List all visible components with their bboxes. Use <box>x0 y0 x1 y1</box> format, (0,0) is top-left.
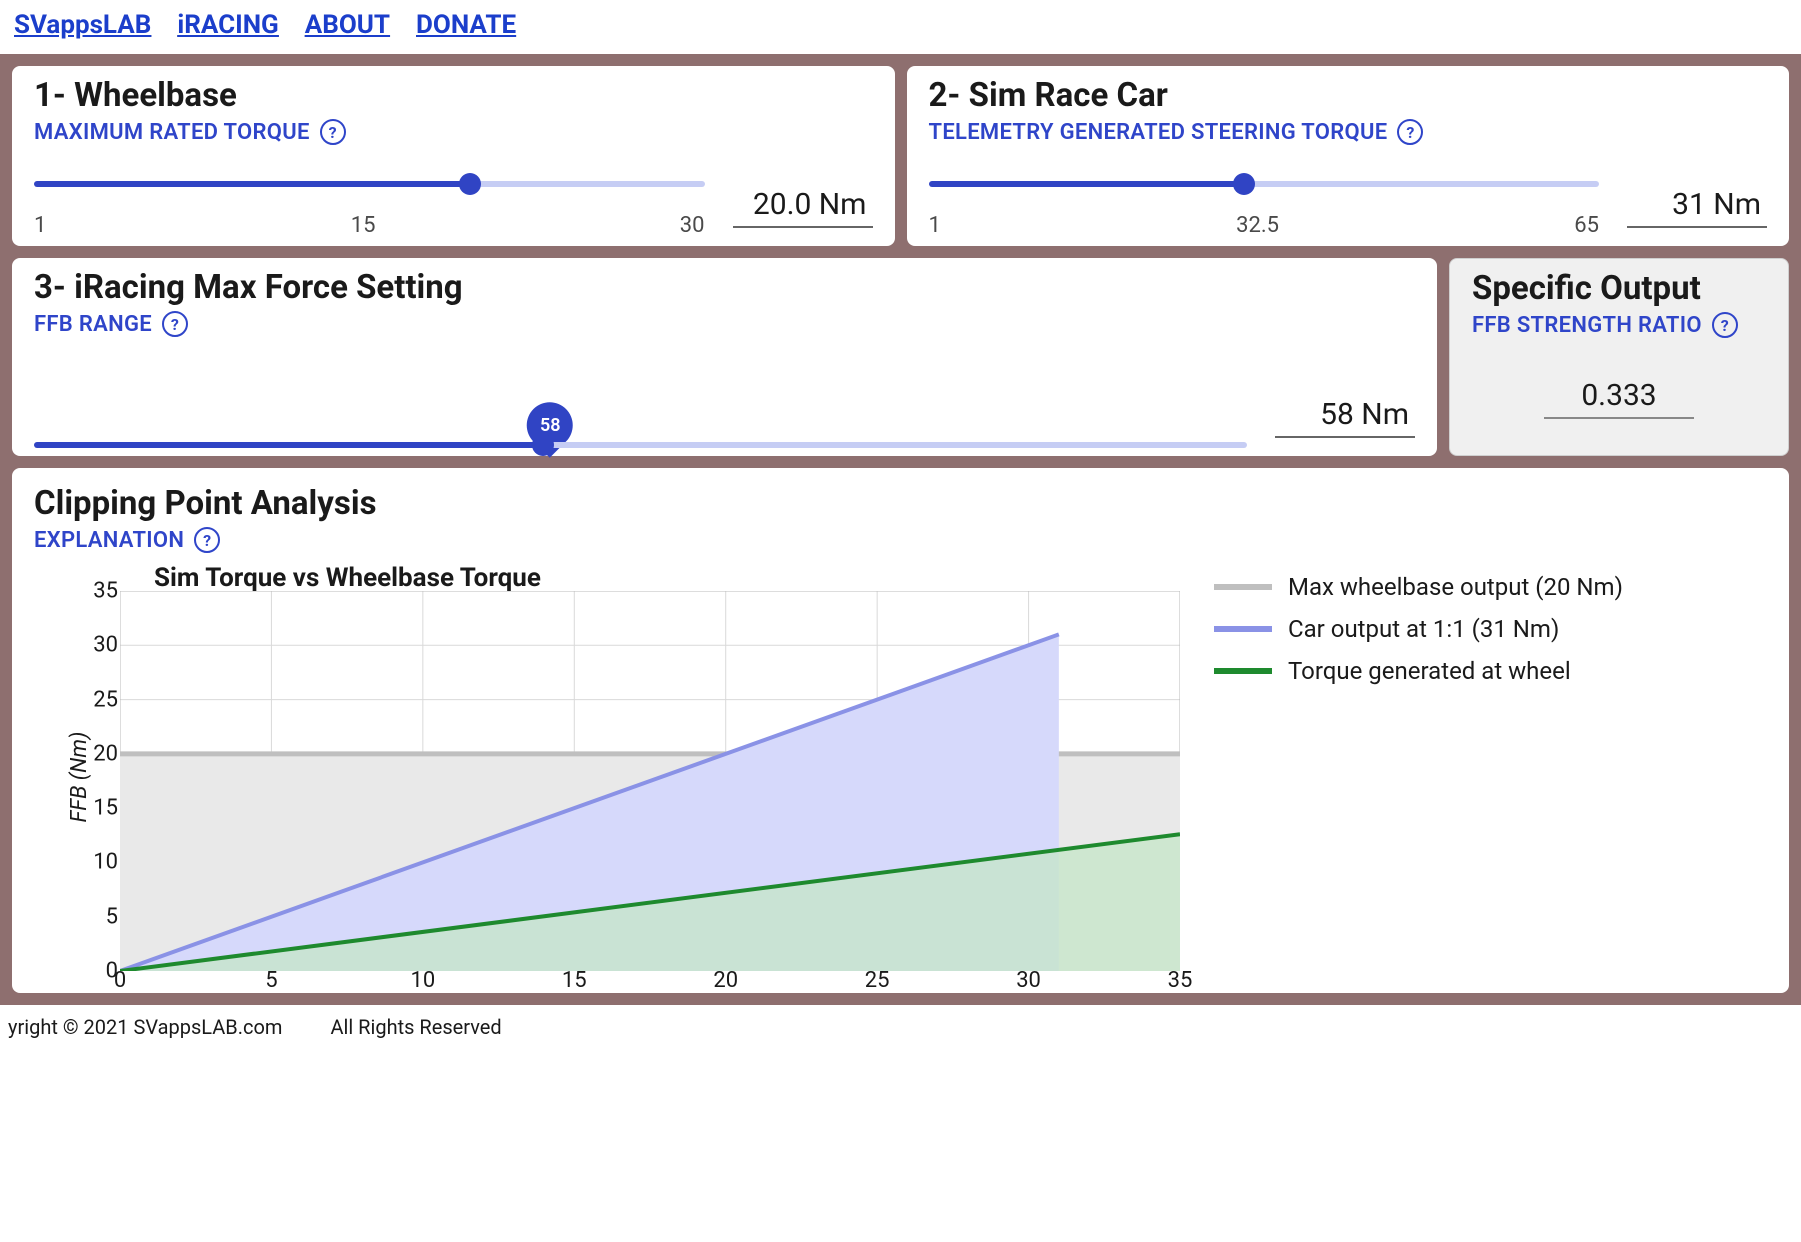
legend-item: Car output at 1:1 (31 Nm) <box>1214 615 1623 643</box>
card-subtitle: FFB STRENGTH RATIO <box>1472 313 1702 338</box>
slider-tick-max: 65 <box>1574 213 1599 238</box>
slider-thumb[interactable] <box>1233 173 1255 195</box>
nav-iracing[interactable]: iRACING <box>177 10 278 40</box>
help-icon[interactable]: ? <box>320 119 346 145</box>
page-body: 1- Wheelbase MAXIMUM RATED TORQUE ? 1 15… <box>0 54 1801 1005</box>
slider-thumb[interactable] <box>459 173 481 195</box>
card-subtitle: MAXIMUM RATED TORQUE <box>34 120 310 145</box>
card-clipping-analysis: Clipping Point Analysis EXPLANATION ? Si… <box>12 468 1789 993</box>
chart-ytick: 25 <box>93 687 118 712</box>
chart-ytick: 20 <box>93 741 118 766</box>
legend-label: Car output at 1:1 (31 Nm) <box>1288 615 1559 643</box>
top-nav: SVappsLAB iRACING ABOUT DONATE <box>0 0 1801 54</box>
help-icon[interactable]: ? <box>194 527 220 553</box>
chart-xtick: 30 <box>1016 968 1041 993</box>
help-icon[interactable]: ? <box>1712 312 1738 338</box>
chart-ytick: 35 <box>93 579 118 604</box>
slider-tick-mid: 32.5 <box>1236 213 1279 238</box>
chart-xtick: 25 <box>865 968 890 993</box>
card-wheelbase: 1- Wheelbase MAXIMUM RATED TORQUE ? 1 15… <box>12 66 895 246</box>
nav-svappslab[interactable]: SVappsLAB <box>14 10 151 40</box>
chart-plot: Sim Torque vs Wheelbase Torque FFB (Nm) … <box>34 567 1184 987</box>
chart-ytick: 5 <box>106 904 118 929</box>
card-subtitle: FFB RANGE <box>34 312 152 337</box>
legend-label: Torque generated at wheel <box>1288 657 1571 685</box>
chart-xtick: 0 <box>114 968 126 993</box>
chart-title: Sim Torque vs Wheelbase Torque <box>154 563 541 593</box>
legend-item: Max wheelbase output (20 Nm) <box>1214 573 1623 601</box>
legend-swatch <box>1214 584 1272 590</box>
help-icon[interactable]: ? <box>162 311 188 337</box>
card-maxforce: 3- iRacing Max Force Setting FFB RANGE ?… <box>12 258 1437 456</box>
legend-swatch <box>1214 668 1272 674</box>
card-title: 2- Sim Race Car <box>929 76 1768 115</box>
slider-tick-min: 1 <box>34 213 46 238</box>
chart-ytick: 30 <box>93 633 118 658</box>
card-title: 3- iRacing Max Force Setting <box>34 268 1415 307</box>
chart-xtick: 20 <box>713 968 738 993</box>
card-title: Specific Output <box>1472 269 1766 308</box>
card-subtitle: EXPLANATION <box>34 528 184 553</box>
simcar-value[interactable]: 31 Nm <box>1627 187 1767 228</box>
card-simcar: 2- Sim Race Car TELEMETRY GENERATED STEE… <box>907 66 1790 246</box>
slider-tick-mid: 15 <box>351 213 376 238</box>
legend-swatch <box>1214 626 1272 632</box>
maxforce-value[interactable]: 58 Nm <box>1275 397 1415 438</box>
legend-item: Torque generated at wheel <box>1214 657 1623 685</box>
card-title: Clipping Point Analysis <box>34 484 1767 523</box>
chart-ytick: 10 <box>93 850 118 875</box>
chart-svg <box>120 591 1180 971</box>
chart-xtick: 10 <box>410 968 435 993</box>
maxforce-slider[interactable]: 58 <box>34 442 1247 448</box>
nav-about[interactable]: ABOUT <box>305 10 390 40</box>
slider-tick-min: 1 <box>929 213 941 238</box>
card-title: 1- Wheelbase <box>34 76 873 115</box>
chart-xtick: 15 <box>562 968 587 993</box>
chart-ytick: 15 <box>93 796 118 821</box>
help-icon[interactable]: ? <box>1397 119 1423 145</box>
chart-xtick: 35 <box>1168 968 1193 993</box>
slider-thumb[interactable] <box>532 434 554 456</box>
chart-xtick: 5 <box>265 968 277 993</box>
legend-label: Max wheelbase output (20 Nm) <box>1288 573 1623 601</box>
chart-legend: Max wheelbase output (20 Nm) Car output … <box>1214 573 1623 699</box>
footer-rights: All Rights Reserved <box>330 1015 501 1039</box>
card-specific-output: Specific Output FFB STRENGTH RATIO ? 0.3… <box>1449 258 1789 456</box>
slider-tick-max: 30 <box>680 213 705 238</box>
wheelbase-value[interactable]: 20.0 Nm <box>733 187 873 228</box>
footer-copyright: yright © 2021 SVappsLAB.com <box>8 1015 282 1039</box>
ffb-strength-ratio-value: 0.333 <box>1544 378 1694 419</box>
simcar-slider[interactable]: 1 32.5 65 <box>929 181 1600 238</box>
footer: yright © 2021 SVappsLAB.com All Rights R… <box>0 1005 1801 1039</box>
card-subtitle: TELEMETRY GENERATED STEERING TORQUE <box>929 120 1388 145</box>
wheelbase-slider[interactable]: 1 15 30 <box>34 181 705 238</box>
nav-donate[interactable]: DONATE <box>416 10 516 40</box>
